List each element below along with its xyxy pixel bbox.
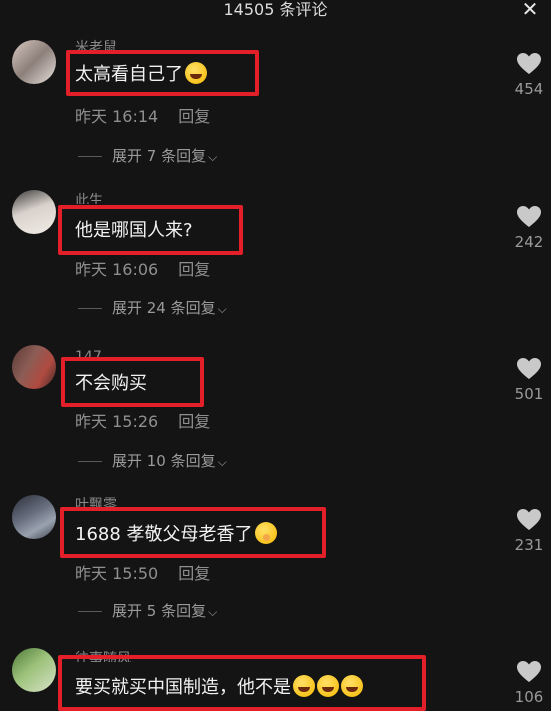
avatar[interactable] [12,345,56,389]
chevron-down-icon: ⌵ [217,302,227,316]
comment-count-title: 14505 条评论 [223,0,328,19]
like-count: 454 [514,80,544,98]
comment-time: 昨天 16:14 [75,107,159,126]
expand-replies-button[interactable]: 展开 10 条回复 ⌵ [78,450,227,471]
comment-time: 昨天 16:06 [75,260,159,279]
comment-text-row: 他是哪国人来? [75,219,193,243]
comment-text: 他是哪国人来? [75,220,193,241]
comment-time: 昨天 15:26 [75,412,159,431]
comment-text: 1688 孝敬父母老香了 [75,524,253,545]
comment-text: 要买就买中国制造，他不是 [75,677,291,698]
like-button[interactable]: 231 [509,508,549,554]
chevron-down-icon: ⌵ [208,150,218,164]
expand-replies-button[interactable]: 展开 24 条回复 ⌵ [78,297,227,318]
laughing-tears-emoji-icon [341,675,363,697]
comment-meta: 昨天 16:14 回复 [75,103,210,127]
like-count: 106 [514,688,544,706]
comment-text-row: 要买就买中国制造，他不是 [75,675,363,700]
comment-meta: 昨天 15:26 回复 [75,408,210,432]
shushing-emoji-icon [254,522,277,544]
like-button[interactable]: 242 [509,205,549,251]
heart-icon [517,661,541,682]
expand-replies-button[interactable]: 展开 5 条回复 ⌵ [78,600,217,621]
comment-text: 不会购买 [75,373,147,394]
comment-text-row: 1688 孝敬父母老香了 [75,522,277,547]
comment-text: 太高看自己了 [75,64,183,85]
divider-line [78,308,102,309]
divider-line [78,461,102,462]
reply-button[interactable]: 回复 [178,564,210,583]
laughing-tears-emoji-icon [293,675,315,697]
expand-replies-label: 展开 5 条回复 [112,602,207,620]
comment-username[interactable]: 叶飘零 [75,494,117,508]
comment-username[interactable]: 米老鼠 [75,37,117,51]
comment-text-row: 太高看自己了 [75,62,207,87]
reply-button[interactable]: 回复 [178,107,210,126]
reply-button[interactable]: 回复 [178,412,210,431]
reply-button[interactable]: 回复 [178,260,210,279]
expand-replies-label: 展开 7 条回复 [112,147,207,165]
comment-time: 昨天 15:50 [75,564,159,583]
heart-icon [517,358,541,379]
like-button[interactable]: 501 [509,357,549,403]
like-count: 501 [514,385,544,403]
comment-text-row: 不会购买 [75,372,147,396]
divider-line [78,611,102,612]
laughing-tears-emoji-icon [185,62,207,84]
comments-header: 14505 条评论 ✕ [0,0,551,24]
like-count: 242 [514,233,544,251]
heart-icon [517,53,541,74]
like-button[interactable]: 106 [509,660,549,706]
avatar[interactable] [12,495,56,539]
divider-line [78,156,102,157]
expand-replies-button[interactable]: 展开 7 条回复 ⌵ [78,145,217,166]
avatar[interactable] [12,648,56,692]
like-button[interactable]: 454 [509,52,549,98]
like-count: 231 [514,536,544,554]
comment-username[interactable]: 此生 [75,190,103,204]
avatar[interactable] [12,40,56,84]
laughing-tears-emoji-icon [317,675,339,697]
close-icon[interactable]: ✕ [519,0,541,20]
comment-meta: 昨天 16:06 回复 [75,256,210,280]
heart-icon [517,206,541,227]
expand-replies-label: 展开 24 条回复 [112,299,216,317]
avatar[interactable] [12,190,56,234]
expand-replies-label: 展开 10 条回复 [112,452,216,470]
heart-icon [517,509,541,530]
chevron-down-icon: ⌵ [208,605,218,619]
chevron-down-icon: ⌵ [217,455,227,469]
comment-meta: 昨天 15:50 回复 [75,560,210,584]
